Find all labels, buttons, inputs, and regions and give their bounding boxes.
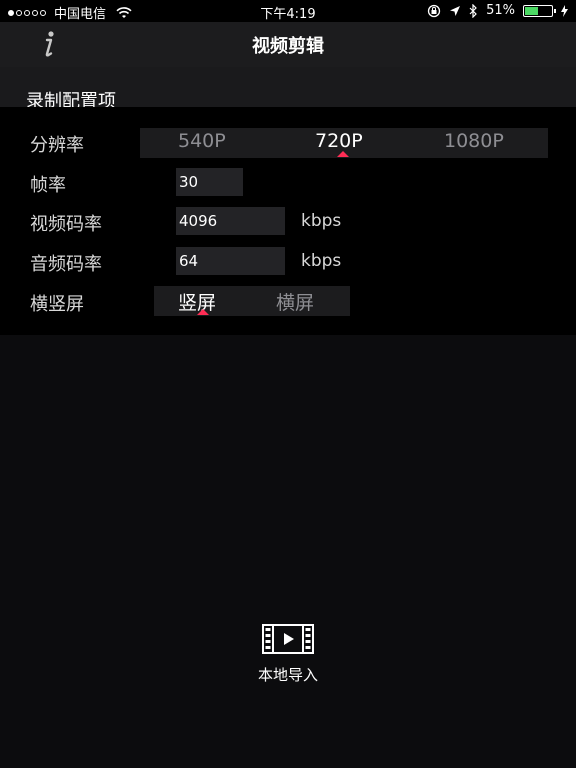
- audio-bitrate-label: 音频码率: [30, 254, 102, 275]
- battery-percent: 51%: [486, 3, 515, 18]
- orientation-selected-indicator: [197, 309, 209, 315]
- frame-rate-label: 帧率: [30, 175, 66, 196]
- battery-icon: [523, 4, 556, 17]
- navigation-bar: 视频剪辑: [0, 22, 576, 67]
- film-play-icon[interactable]: [262, 624, 314, 654]
- resolution-selected-indicator: [337, 151, 349, 157]
- local-import-button[interactable]: 本地导入: [0, 664, 576, 685]
- page-title: 视频剪辑: [252, 36, 324, 57]
- location-arrow-icon: [450, 5, 461, 16]
- config-section-header: 录制配置项: [0, 67, 576, 112]
- video-bitrate-unit: kbps: [301, 211, 342, 231]
- video-bitrate-label: 视频码率: [30, 214, 102, 235]
- audio-bitrate-input[interactable]: [176, 247, 285, 275]
- status-right: 51%: [427, 3, 568, 18]
- bluetooth-icon: [469, 3, 477, 18]
- resolution-segmented-control: 540P 720P 1080P: [140, 128, 548, 158]
- resolution-label: 分辨率: [30, 135, 84, 156]
- orientation-lock-icon: [427, 4, 441, 17]
- video-bitrate-input[interactable]: [176, 207, 285, 235]
- resolution-option-540p[interactable]: 540P: [178, 130, 226, 152]
- charging-bolt-icon: [561, 4, 568, 17]
- resolution-option-1080p[interactable]: 1080P: [444, 130, 504, 152]
- audio-bitrate-unit: kbps: [301, 251, 342, 271]
- resolution-option-720p[interactable]: 720P: [315, 130, 363, 152]
- config-panel: 分辨率 540P 720P 1080P 帧率 视频码率 kbps 音频码率 kb…: [0, 107, 576, 335]
- orientation-label: 横竖屏: [30, 294, 84, 315]
- orientation-option-landscape[interactable]: 横屏: [276, 288, 314, 315]
- frame-rate-input[interactable]: [176, 168, 243, 196]
- orientation-segmented-control: 竖屏 横屏: [154, 286, 350, 316]
- status-bar: 中国电信 下午4:19 51%: [0, 0, 576, 22]
